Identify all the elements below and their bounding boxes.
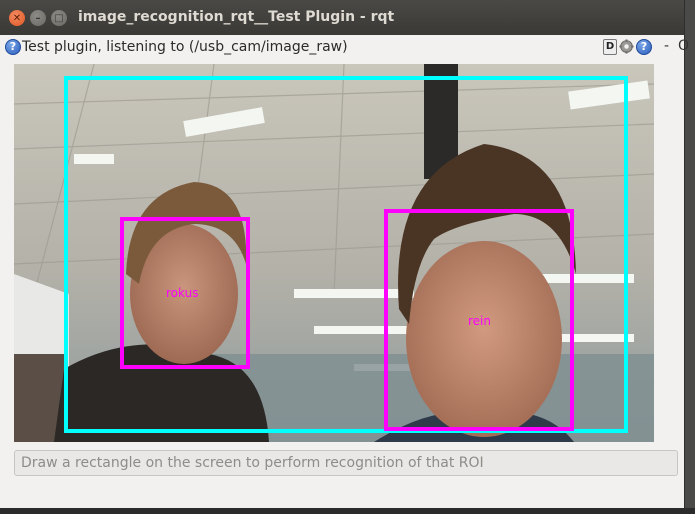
rqt-window: ✕ – □ image_recognition_rqt__Test Plugin… [0, 0, 689, 508]
desktop-background-bottom [0, 508, 695, 514]
face-label-rein: rein [468, 314, 491, 328]
close-icon[interactable]: ✕ [9, 10, 25, 26]
plugin-toolbar: ? Test plugin, listening to (/usb_cam/im… [0, 35, 689, 61]
close-plugin-button[interactable]: O [678, 38, 689, 54]
roi-instruction-field[interactable]: Draw a rectangle on the screen to perfor… [14, 450, 678, 476]
minimize-plugin-button[interactable]: - [664, 38, 669, 54]
plugin-help-icon[interactable]: ? [636, 39, 652, 55]
d-icon[interactable]: D [603, 39, 617, 55]
window-title: image_recognition_rqt__Test Plugin - rqt [78, 9, 395, 25]
title-bar[interactable]: ✕ – □ image_recognition_rqt__Test Plugin… [0, 0, 684, 35]
camera-image-view[interactable]: rokus rein [14, 64, 654, 442]
minimize-icon[interactable]: – [30, 10, 46, 26]
maximize-icon[interactable]: □ [51, 10, 67, 26]
plugin-label: Test plugin, listening to (/usb_cam/imag… [22, 39, 348, 55]
person-rein-face [406, 241, 562, 437]
help-icon[interactable]: ? [5, 39, 21, 55]
gear-icon[interactable] [619, 39, 634, 54]
face-label-rokus: rokus [166, 286, 198, 300]
desktop-background [684, 0, 695, 514]
